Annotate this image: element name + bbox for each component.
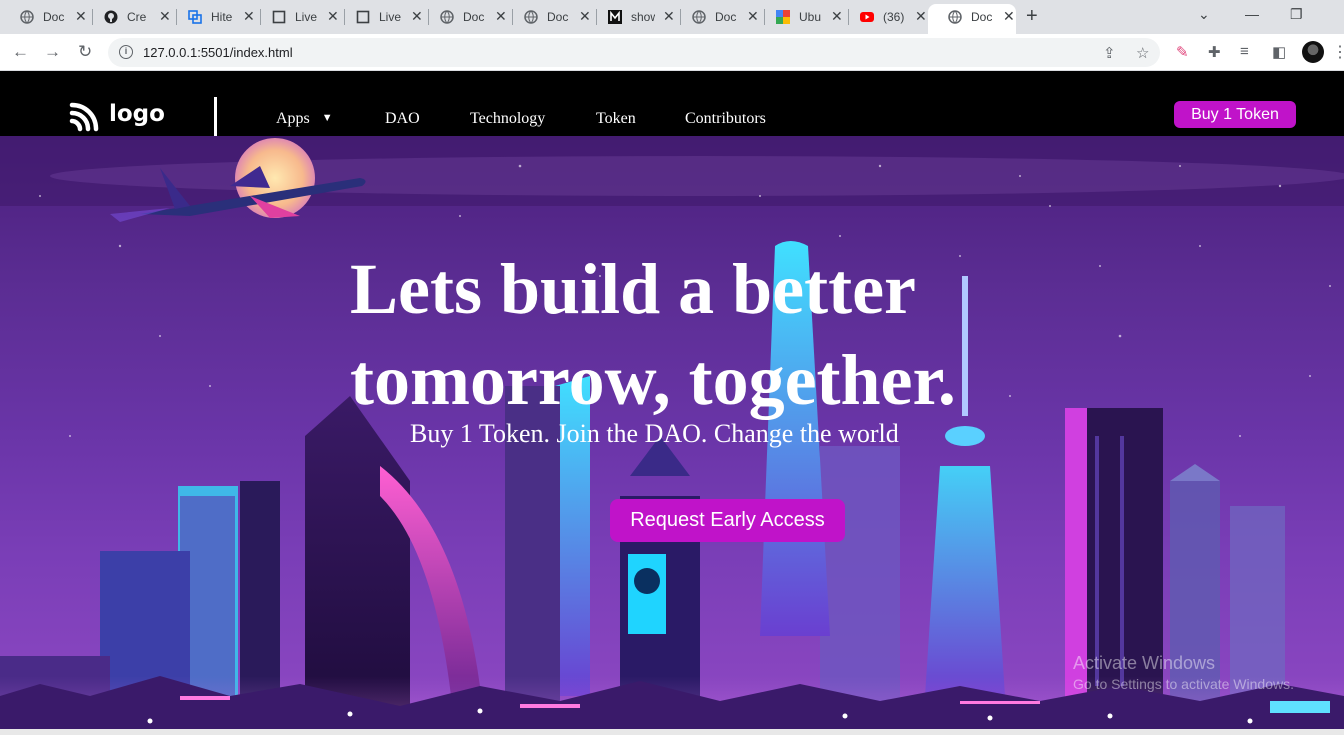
browser-tab-active[interactable]: Doc ✕: [928, 4, 1016, 34]
globe-icon: [440, 10, 454, 24]
copy-icon: [188, 10, 202, 24]
address-bar[interactable]: i 127.0.0.1:5501/index.html ⇪ ☆: [108, 38, 1160, 67]
browser-toolbar: ← → ↻ i 127.0.0.1:5501/index.html ⇪ ☆ ✎ …: [0, 34, 1344, 71]
globe-icon: [692, 10, 706, 24]
chevron-down-icon: ▼: [321, 112, 333, 124]
m-icon: [608, 10, 622, 24]
logo-text[interactable]: logo: [109, 101, 165, 127]
minimize-icon[interactable]: —: [1245, 6, 1259, 22]
browser-tab[interactable]: Doc ✕: [0, 4, 88, 30]
globe-icon: [948, 10, 962, 24]
browser-tab[interactable]: (36) ✕: [840, 4, 928, 30]
browser-tab[interactable]: Cre ✕: [84, 4, 172, 30]
forward-arrow-icon[interactable]: →: [44, 42, 61, 62]
tab-label: Doc: [43, 10, 65, 24]
menu-kebab-icon[interactable]: ⋮: [1332, 42, 1344, 62]
color-picker-extension-icon[interactable]: ✎: [1176, 43, 1189, 61]
back-arrow-icon[interactable]: ←: [12, 42, 29, 62]
tab-label: (36): [883, 10, 905, 24]
tab-label: Hite: [211, 10, 233, 24]
watermark-subtitle: Go to Settings to activate Windows.: [1073, 676, 1294, 692]
nav-link-dao[interactable]: DAO: [385, 110, 420, 128]
hero-headline: Lets build a better tomorrow, together.: [350, 249, 956, 420]
square-icon: [356, 10, 370, 24]
profile-avatar[interactable]: [1302, 41, 1324, 63]
tab-label: Doc: [715, 10, 737, 24]
reload-icon[interactable]: ↻: [78, 42, 92, 62]
browser-tab[interactable]: Hite ✕: [168, 4, 256, 30]
nav-link-label: Apps: [276, 110, 310, 127]
share-icon[interactable]: ⇪: [1103, 44, 1116, 62]
browser-tab-bar: Doc ✕ Cre ✕ Hite ✕ Live ✕ Live ✕ Doc ✕ D…: [0, 0, 1344, 34]
browser-tab[interactable]: Doc ✕: [420, 4, 508, 30]
bookmark-star-icon[interactable]: ☆: [1136, 44, 1149, 62]
browser-tab[interactable]: Live ✕: [336, 4, 424, 30]
request-early-access-button[interactable]: Request Early Access: [610, 499, 845, 542]
site-info-icon[interactable]: i: [119, 45, 133, 59]
extensions-puzzle-icon[interactable]: ✚: [1208, 43, 1221, 61]
new-tab-icon[interactable]: +: [1026, 6, 1038, 26]
watermark-title: Activate Windows: [1073, 653, 1216, 673]
side-panel-icon[interactable]: ◧: [1272, 43, 1286, 61]
browser-tab[interactable]: Doc ✕: [672, 4, 760, 30]
tab-label: Live: [295, 10, 318, 24]
tab-label: Ubu: [799, 10, 822, 24]
url-text[interactable]: 127.0.0.1:5501/index.html: [143, 45, 293, 60]
tab-label: Doc: [547, 10, 569, 24]
tab-label: Doc: [463, 10, 485, 24]
browser-tab[interactable]: Ubu ✕: [756, 4, 844, 30]
square-icon: [272, 10, 286, 24]
tab-label: Live: [379, 10, 402, 24]
hero-subheadline: Buy 1 Token. Join the DAO. Change the wo…: [410, 419, 899, 448]
tab-close-icon[interactable]: ✕: [1003, 8, 1015, 24]
tab-label: Doc: [971, 10, 993, 24]
nav-link-apps[interactable]: Apps ▼: [276, 110, 333, 128]
browser-tab[interactable]: show ✕: [588, 4, 676, 30]
github-icon: [104, 10, 118, 24]
youtube-icon: [860, 12, 874, 22]
buy-token-button[interactable]: Buy 1 Token: [1174, 101, 1296, 128]
taskbar-edge: [0, 729, 1344, 735]
globe-icon: [524, 10, 538, 24]
browser-tab[interactable]: Live ✕: [252, 4, 340, 30]
nav-link-token[interactable]: Token: [596, 110, 636, 128]
tab-label: show: [631, 10, 655, 24]
tab-label: Cre: [127, 10, 147, 24]
rss-logo-icon[interactable]: [69, 100, 101, 132]
browser-tab[interactable]: Doc ✕: [504, 4, 592, 30]
nav-link-technology[interactable]: Technology: [470, 110, 545, 128]
nav-divider: [214, 97, 217, 136]
globe-icon: [20, 10, 34, 24]
puzzle-color-icon: [776, 10, 790, 24]
tab-close-icon[interactable]: ✕: [915, 8, 927, 24]
restore-icon[interactable]: ❐: [1290, 6, 1303, 23]
tab-search-chevron-icon[interactable]: ⌄: [1198, 6, 1210, 23]
hero-section: Lets build a better tomorrow, together. …: [0, 136, 1344, 735]
site-navbar: logo Apps ▼ DAO Technology Token Contribu…: [0, 71, 1344, 136]
media-control-icon[interactable]: ≡: [1240, 43, 1249, 60]
windows-activation-watermark: Activate Windows Go to Settings to activ…: [1073, 653, 1294, 692]
nav-link-contributors[interactable]: Contributors: [685, 110, 766, 128]
